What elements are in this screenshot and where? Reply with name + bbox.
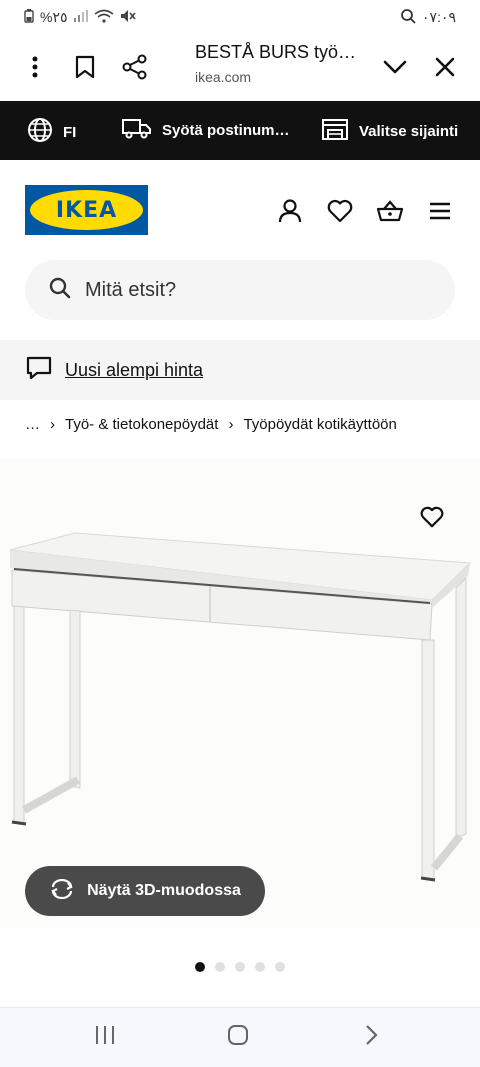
breadcrumb-chevron-icon: › [228, 416, 234, 433]
chevron-down-icon[interactable] [372, 44, 418, 90]
breadcrumb-home-desks[interactable]: Työpöydät kotikäyttöön [243, 416, 396, 433]
battery-icon [24, 8, 34, 26]
ikea-logo[interactable]: IKEA [25, 185, 148, 235]
back-icon[interactable] [364, 1024, 378, 1051]
info-banner: Uusi alempi hinta [0, 340, 480, 400]
carousel-dot[interactable] [195, 962, 205, 972]
page-url: ikea.com [195, 69, 252, 85]
breadcrumb-work-desks[interactable]: Työ- & tietokonepöydät [65, 416, 218, 433]
recent-apps-icon[interactable] [94, 1024, 116, 1051]
language-label: FI [63, 123, 77, 141]
wifi-icon [94, 9, 114, 26]
truck-icon [122, 117, 152, 143]
more-options-icon[interactable] [12, 44, 58, 90]
search-status-icon [400, 8, 416, 27]
header-actions [275, 196, 455, 226]
globe-icon [27, 117, 53, 147]
search-icon [49, 277, 71, 304]
battery-level: %٢٥ [40, 8, 68, 25]
close-icon[interactable] [422, 44, 468, 90]
clock: ٠٧:٠٩ [422, 8, 456, 25]
menu-icon[interactable] [425, 196, 455, 226]
breadcrumb: … › Työ- & tietokonepöydät › Työpöydät k… [25, 416, 397, 433]
service-bar: FI Syötä postinum… Valitse sijainti [0, 101, 480, 160]
product-gallery[interactable]: Näytä 3D-muodossa [0, 458, 480, 928]
status-bar: %٢٥ ٠٧:٠٩ [0, 0, 480, 34]
store-selector[interactable]: Valitse sijainti [321, 117, 458, 145]
carousel-dot[interactable] [235, 962, 245, 972]
signal-icon [73, 9, 88, 25]
wishlist-heart-icon[interactable] [420, 506, 444, 533]
store-icon [321, 117, 349, 145]
view-3d-button[interactable]: Näytä 3D-muodossa [25, 866, 265, 916]
view-3d-label: Näytä 3D-muodossa [87, 882, 241, 899]
rotate-3d-icon [49, 878, 75, 904]
page-title: BESTÅ BURS työ… [195, 42, 357, 62]
desk-image [9, 532, 472, 882]
carousel-dot[interactable] [275, 962, 285, 972]
new-lower-price-link[interactable]: Uusi alempi hinta [65, 360, 203, 381]
status-left: %٢٥ [24, 8, 136, 26]
heart-icon[interactable] [325, 196, 355, 226]
status-right: ٠٧:٠٩ [400, 8, 456, 27]
search-input[interactable] [85, 278, 405, 302]
browser-toolbar: BESTÅ BURS työ… ikea.com [0, 34, 480, 100]
system-nav-bar [0, 1007, 480, 1067]
logo-oval: IKEA [30, 190, 143, 230]
carousel-dot[interactable] [255, 962, 265, 972]
store-label: Valitse sijainti [359, 122, 459, 140]
home-icon[interactable] [227, 1024, 249, 1051]
postcode-selector[interactable]: Syötä postinum… [122, 117, 290, 143]
postcode-label: Syötä postinum… [162, 121, 290, 139]
carousel-indicator [195, 962, 285, 972]
page-info: BESTÅ BURS työ… ikea.com [195, 42, 365, 85]
chat-icon [25, 355, 53, 386]
site-header: IKEA [0, 160, 480, 260]
breadcrumb-ellipsis[interactable]: … [25, 416, 40, 433]
carousel-dot[interactable] [215, 962, 225, 972]
basket-icon[interactable] [375, 196, 405, 226]
search-bar[interactable] [25, 260, 455, 320]
share-icon[interactable] [112, 44, 158, 90]
mute-icon [120, 9, 136, 26]
logo-text: IKEA [55, 197, 118, 223]
user-icon[interactable] [275, 196, 305, 226]
language-selector[interactable]: FI [27, 117, 76, 147]
bookmark-icon[interactable] [62, 44, 108, 90]
breadcrumb-chevron-icon: › [50, 416, 55, 433]
